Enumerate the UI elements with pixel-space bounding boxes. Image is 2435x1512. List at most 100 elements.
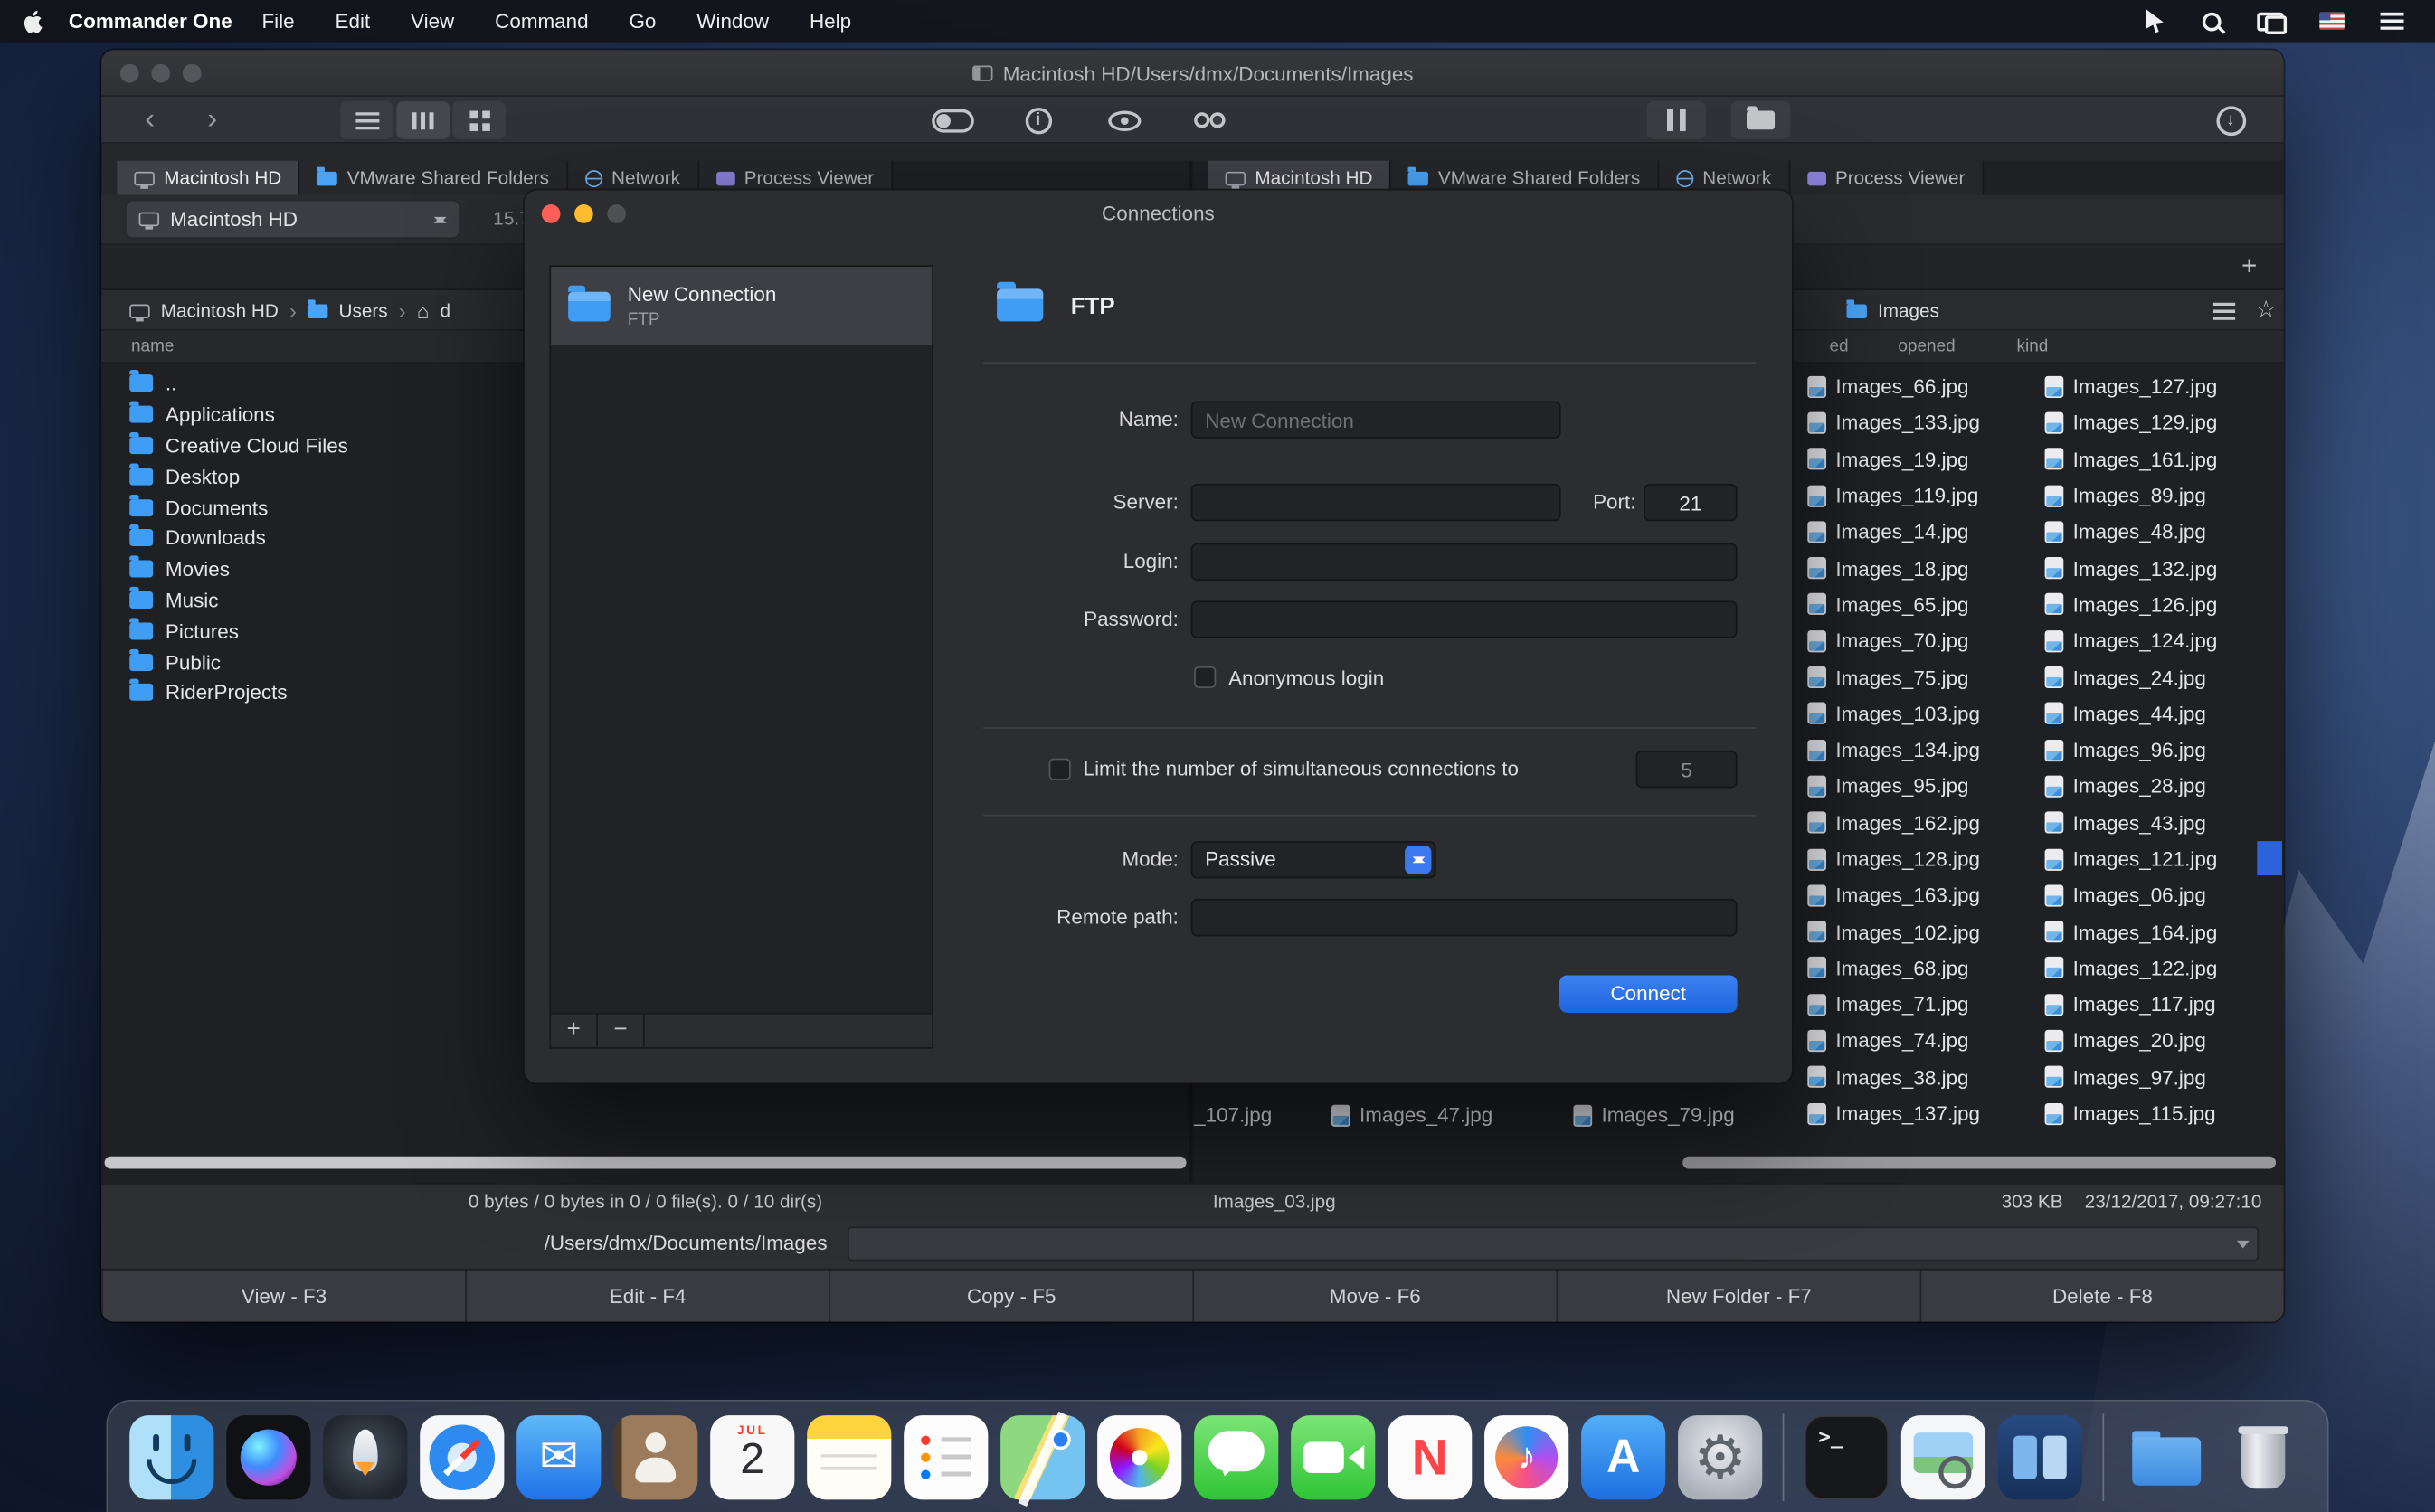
- file-row[interactable]: Images_124.jpg: [2045, 623, 2282, 659]
- search-files-button[interactable]: [1181, 101, 1237, 138]
- file-row[interactable]: Images_89.jpg: [2045, 477, 2282, 514]
- show-hidden-toggle-button[interactable]: [924, 101, 981, 138]
- file-row[interactable]: Images_71.jpg: [1807, 987, 2044, 1023]
- file-row[interactable]: ..: [122, 368, 591, 399]
- queue-pause-button[interactable]: [1647, 101, 1707, 138]
- left-horizontal-scrollbar[interactable]: [105, 1157, 1187, 1169]
- breadcrumb-home[interactable]: d: [440, 299, 450, 321]
- port-field[interactable]: [1644, 484, 1738, 521]
- info-button[interactable]: [1009, 101, 1066, 138]
- dock-item-facetime[interactable]: [1291, 1414, 1375, 1498]
- dock-item-mail[interactable]: [516, 1414, 601, 1498]
- file-row[interactable]: Images_103.jpg: [1807, 695, 2044, 732]
- file-row[interactable]: Movies: [122, 553, 591, 584]
- file-row[interactable]: Images_79.jpg: [1573, 1097, 1734, 1133]
- dock-item-terminal[interactable]: >_: [1805, 1414, 1889, 1498]
- file-row[interactable]: Downloads: [122, 523, 591, 553]
- file-row[interactable]: Images_161.jpg: [2045, 441, 2282, 477]
- file-row[interactable]: Images_162.jpg: [1807, 805, 2044, 841]
- dock-item-reminders[interactable]: [904, 1414, 988, 1498]
- file-row[interactable]: Pictures: [122, 616, 591, 647]
- command-line-input[interactable]: [848, 1226, 2259, 1261]
- dock-item-itunes[interactable]: [1484, 1414, 1568, 1498]
- file-row[interactable]: Public: [122, 647, 591, 677]
- limit-connections-checkbox[interactable]: [1049, 759, 1071, 780]
- file-row[interactable]: Images_24.jpg: [2045, 659, 2282, 695]
- file-row[interactable]: Images_115.jpg: [2045, 1095, 2282, 1131]
- password-field[interactable]: [1191, 600, 1738, 638]
- file-row[interactable]: Images_133.jpg: [1807, 404, 2044, 440]
- dock-item-commander-one[interactable]: [1998, 1414, 2082, 1498]
- breadcrumb-macintosh-hd[interactable]: Macintosh HD: [161, 299, 279, 321]
- file-row[interactable]: Images_48.jpg: [2045, 514, 2282, 550]
- file-row[interactable]: Images_68.jpg: [1807, 950, 2044, 986]
- file-row[interactable]: Images_102.jpg: [1807, 913, 2044, 950]
- file-row[interactable]: Images_117.jpg: [2045, 987, 2282, 1023]
- menu-item[interactable]: Go: [609, 0, 677, 43]
- column-header-ed[interactable]: ed: [1829, 337, 1848, 356]
- file-row[interactable]: Images_129.jpg: [2045, 404, 2282, 440]
- file-row[interactable]: Images_75.jpg: [1807, 659, 2044, 695]
- right-pane-path[interactable]: Images: [1846, 290, 1938, 331]
- file-row[interactable]: Images_127.jpg: [2045, 368, 2282, 404]
- file-row[interactable]: Images_70.jpg: [1807, 623, 2044, 659]
- function-button[interactable]: Edit - F4: [465, 1271, 829, 1322]
- file-row[interactable]: Applications: [122, 399, 591, 430]
- full-view-button[interactable]: [340, 101, 393, 138]
- server-field[interactable]: [1191, 484, 1561, 521]
- menu-item[interactable]: File: [242, 0, 315, 43]
- dock-item-trash[interactable]: [2222, 1414, 2306, 1498]
- column-header-name[interactable]: name: [131, 337, 175, 356]
- add-connection-button[interactable]: +: [551, 1015, 598, 1047]
- back-button[interactable]: ‹: [129, 101, 170, 138]
- input-source-flag-icon[interactable]: [2319, 13, 2345, 30]
- file-row[interactable]: Images_95.jpg: [1807, 768, 2044, 804]
- dock-item-photos[interactable]: [1097, 1414, 1181, 1498]
- remote-path-field[interactable]: [1191, 899, 1738, 936]
- pointer-icon[interactable]: [2146, 9, 2166, 33]
- dock-item-safari[interactable]: [420, 1414, 504, 1498]
- chevron-down-icon[interactable]: [2237, 1241, 2250, 1255]
- file-row[interactable]: Images_47.jpg: [1331, 1097, 1492, 1133]
- name-field[interactable]: [1191, 401, 1561, 438]
- file-row[interactable]: Images_20.jpg: [2045, 1023, 2282, 1059]
- limit-connections-field[interactable]: [1635, 751, 1737, 788]
- right-horizontal-scrollbar[interactable]: [1682, 1157, 2276, 1169]
- file-row[interactable]: Images_18.jpg: [1807, 550, 2044, 586]
- brief-view-button[interactable]: [396, 101, 450, 138]
- forward-button[interactable]: ›: [192, 101, 232, 138]
- active-app-name[interactable]: Commander One: [69, 9, 232, 33]
- dock-item-system-preferences[interactable]: [1678, 1414, 1762, 1498]
- apple-menu-icon[interactable]: [22, 8, 45, 33]
- file-row[interactable]: Images_44.jpg: [2045, 695, 2282, 732]
- file-row[interactable]: Images_163.jpg: [1807, 877, 2044, 913]
- file-row[interactable]: Images_126.jpg: [2045, 586, 2282, 622]
- file-row[interactable]: _107.jpg: [1194, 1097, 1272, 1133]
- connect-button[interactable]: Connect: [1559, 976, 1738, 1013]
- menu-item[interactable]: Edit: [315, 0, 391, 43]
- file-row[interactable]: Creative Cloud Files: [122, 430, 591, 461]
- column-header-opened[interactable]: opened: [1898, 337, 1955, 356]
- file-row[interactable]: Images_19.jpg: [1807, 441, 2044, 477]
- breadcrumb-users[interactable]: Users: [339, 299, 388, 321]
- file-row[interactable]: Music: [122, 584, 591, 615]
- thumbs-view-button[interactable]: [452, 101, 506, 138]
- dock-item-launchpad[interactable]: [323, 1414, 407, 1498]
- file-row[interactable]: Documents: [122, 492, 591, 523]
- menu-item[interactable]: Command: [475, 0, 609, 43]
- view-menu-icon[interactable]: [2213, 303, 2235, 320]
- function-button[interactable]: View - F3: [101, 1271, 465, 1322]
- left-tab-macintosh-hd[interactable]: Macintosh HD: [117, 161, 300, 195]
- file-row[interactable]: Images_14.jpg: [1807, 514, 2044, 550]
- file-row[interactable]: Images_74.jpg: [1807, 1023, 2044, 1059]
- selected-file-partial[interactable]: [2257, 841, 2282, 875]
- dock-item-calendar[interactable]: JUL 2: [710, 1414, 794, 1498]
- dock-item-downloads-folder[interactable]: [2125, 1414, 2209, 1498]
- file-row[interactable]: RiderProjects: [122, 677, 591, 708]
- file-row[interactable]: Images_122.jpg: [2045, 950, 2282, 986]
- function-button[interactable]: Delete - F8: [1920, 1271, 2284, 1322]
- file-row[interactable]: Desktop: [122, 461, 591, 492]
- dock-item-preview[interactable]: [1901, 1414, 1985, 1498]
- title-bar[interactable]: Macintosh HD/Users/dmx/Documents/Images: [101, 50, 2283, 97]
- drive-selector[interactable]: Macintosh HD: [125, 200, 460, 239]
